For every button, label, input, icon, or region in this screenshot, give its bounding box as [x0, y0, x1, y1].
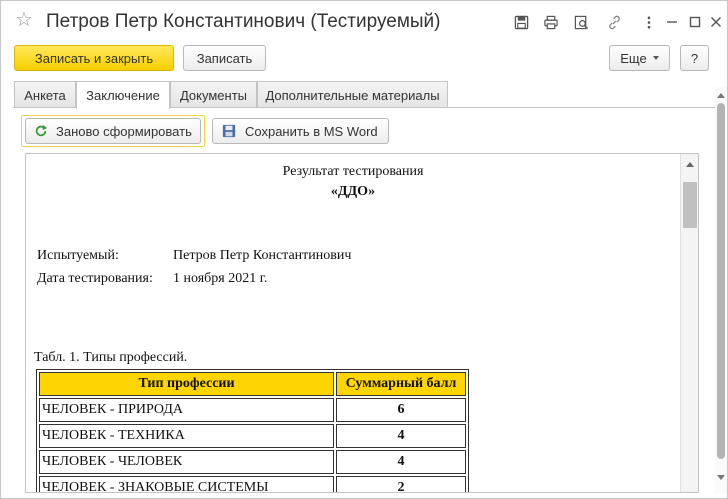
more-menu-button[interactable]: Еще — [609, 45, 670, 71]
chevron-down-icon — [652, 56, 659, 60]
window-title: Петров Петр Константинович (Тестируемый) — [46, 11, 441, 32]
star-icon[interactable]: ☆ — [15, 10, 33, 30]
regenerate-label: Заново сформировать — [56, 123, 192, 139]
more-icon[interactable] — [640, 13, 658, 31]
preview-icon[interactable] — [572, 13, 590, 31]
tab-anketa[interactable]: Анкета — [14, 81, 76, 108]
link-icon[interactable] — [605, 13, 623, 31]
table-row: ЧЕЛОВЕК - ЧЕЛОВЕК 4 — [39, 450, 466, 474]
tab-documents[interactable]: Документы — [170, 81, 257, 108]
save-icon[interactable] — [512, 13, 530, 31]
table-row: ЧЕЛОВЕК - ПРИРОДА 6 — [39, 398, 466, 422]
profession-type-cell: ЧЕЛОВЕК - ЗНАКОВЫЕ СИСТЕМЫ — [39, 476, 334, 492]
save-to-word-button[interactable]: Сохранить в MS Word — [212, 118, 389, 144]
scrollbar-thumb[interactable] — [683, 182, 697, 228]
table-row: ЧЕЛОВЕК - ТЕХНИКА 4 — [39, 424, 466, 448]
scroll-up-icon[interactable] — [686, 162, 694, 167]
maximize-icon[interactable] — [686, 13, 704, 31]
score-cell: 4 — [336, 424, 466, 448]
form-scrollbar[interactable] — [715, 87, 727, 493]
regenerate-button[interactable]: Заново сформировать — [25, 118, 201, 144]
profession-type-cell: ЧЕЛОВЕК - ЧЕЛОВЕК — [39, 450, 334, 474]
more-menu-label: Еще — [620, 50, 647, 66]
title-bar: ☆ Петров Петр Константинович (Тестируемы… — [1, 1, 727, 41]
profession-types-table: Тип профессии Суммарный балл ЧЕЛОВЕК - П… — [36, 369, 469, 492]
test-date-label: Дата тестирования: — [37, 271, 153, 286]
save-button[interactable]: Записать — [183, 45, 266, 71]
scrollbar-thumb[interactable] — [717, 103, 725, 459]
report-document[interactable]: Результат тестирования «ДДО» Испытуемый:… — [25, 153, 699, 493]
minimize-icon[interactable] — [663, 13, 681, 31]
report-subtitle: «ДДО» — [330, 184, 376, 199]
save-and-close-button[interactable]: Записать и закрыть — [14, 45, 174, 71]
profession-type-cell: ЧЕЛОВЕК - ПРИРОДА — [39, 398, 334, 422]
floppy-icon — [221, 123, 237, 139]
tab-conclusion[interactable]: Заключение — [76, 81, 170, 109]
refresh-icon — [34, 123, 48, 139]
score-cell: 2 — [336, 476, 466, 492]
score-cell: 6 — [336, 398, 466, 422]
column-header-type: Тип профессии — [39, 372, 334, 396]
close-icon[interactable] — [707, 13, 725, 31]
report-content: Результат тестирования «ДДО» Испытуемый:… — [26, 154, 680, 492]
save-to-word-label: Сохранить в MS Word — [245, 123, 378, 139]
table-row: ЧЕЛОВЕК - ЗНАКОВЫЕ СИСТЕМЫ 2 — [39, 476, 466, 492]
profession-type-cell: ЧЕЛОВЕК - ТЕХНИКА — [39, 424, 334, 448]
help-button[interactable]: ? — [680, 45, 709, 71]
subject-value: Петров Петр Константинович — [173, 248, 352, 263]
scroll-up-icon[interactable] — [717, 93, 725, 98]
score-cell: 4 — [336, 450, 466, 474]
table-header-row: Тип профессии Суммарный балл — [39, 372, 466, 396]
scroll-down-icon[interactable] — [717, 475, 725, 480]
tab-additional-materials[interactable]: Дополнительные материалы — [257, 81, 448, 108]
report-title: Результат тестирования — [282, 164, 424, 179]
subject-label: Испытуемый: — [37, 248, 119, 263]
print-icon[interactable] — [542, 13, 560, 31]
column-header-score: Суммарный балл — [336, 372, 466, 396]
test-date-value: 1 ноября 2021 г. — [173, 271, 268, 286]
form-window: ☆ Петров Петр Константинович (Тестируемы… — [0, 0, 728, 499]
document-scrollbar[interactable] — [680, 154, 698, 492]
table-caption: Табл. 1. Типы профессий. — [34, 350, 188, 365]
